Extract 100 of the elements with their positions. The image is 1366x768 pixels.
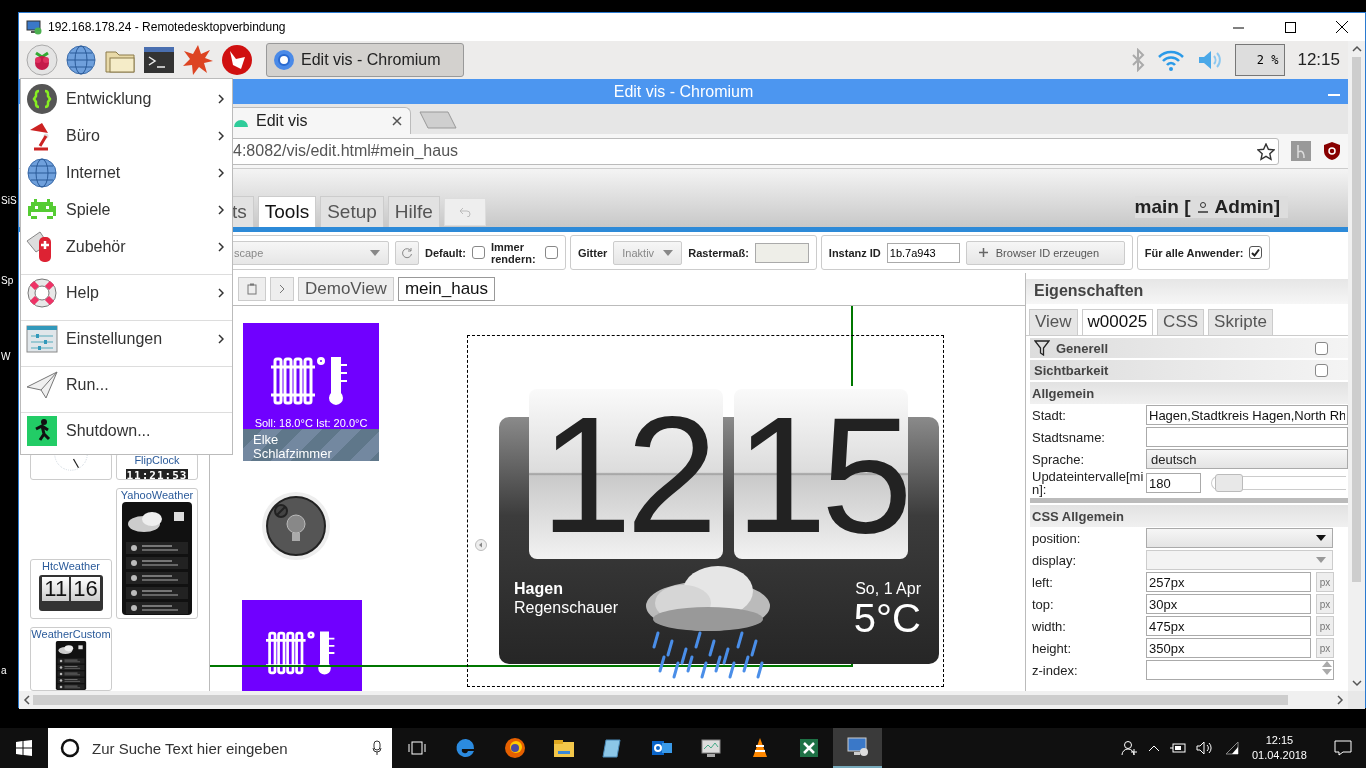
scroll-left-icon[interactable]	[23, 695, 31, 705]
properties-tab[interactable]: CSS	[1157, 309, 1205, 335]
taskbar-app[interactable]	[833, 728, 882, 768]
properties-tab[interactable]: w00025	[1081, 309, 1154, 335]
group-header[interactable]: Generell	[1030, 338, 1348, 358]
field-label: Gitter	[577, 246, 608, 259]
menu-tab[interactable]: Tools	[257, 196, 317, 227]
taskbar-task[interactable]: Edit vis - Chromium	[266, 43, 464, 77]
slider-thumb[interactable]	[1215, 474, 1244, 492]
windows-start-icon[interactable]	[16, 740, 32, 756]
input-field[interactable]: 1b.7a943	[886, 242, 960, 263]
menu-item[interactable]: Einstellungen	[21, 320, 232, 357]
widget-card[interactable]: HtcWeather 11 16	[30, 559, 112, 619]
task-view-icon[interactable]	[406, 740, 427, 756]
chevron-right-icon	[279, 284, 285, 294]
clipboard-button[interactable]	[238, 277, 266, 301]
lamp-button-drawing[interactable]	[261, 491, 331, 561]
desktop-icon-label: SiS	[1, 195, 17, 206]
checkbox[interactable]	[1315, 363, 1328, 377]
thermostat-tile[interactable]	[242, 600, 362, 691]
clock-digits: 11:21:53	[125, 469, 189, 479]
taskbar-date: 01.04.2018	[1251, 748, 1307, 763]
people-icon[interactable]	[1120, 739, 1139, 757]
refresh-button[interactable]	[395, 240, 419, 265]
text-field[interactable]: 30px	[1146, 594, 1311, 614]
clipboard-icon	[247, 283, 257, 295]
properties-tab[interactable]: View	[1029, 309, 1078, 335]
scrollbar-thumb[interactable]	[33, 695, 1288, 705]
undo-icon	[458, 207, 471, 217]
scroll-right-icon[interactable]	[1336, 695, 1344, 705]
menu-tab[interactable]: Setup	[320, 196, 384, 227]
sliders-icon	[26, 323, 58, 355]
braces-icon	[26, 82, 58, 115]
checkbox[interactable]	[1315, 341, 1328, 355]
number-field[interactable]: 180	[1146, 473, 1201, 493]
scroll-down-icon[interactable]	[1351, 679, 1362, 687]
globe-icon	[26, 156, 58, 189]
notification-icon[interactable]	[1334, 740, 1352, 756]
properties-tab[interactable]: Skripte	[1208, 309, 1273, 335]
firefox-icon	[502, 736, 527, 760]
user-label: Admin]	[1214, 196, 1280, 218]
unit-button[interactable]: px	[1316, 616, 1334, 636]
menu-item[interactable]: Help	[21, 274, 232, 311]
field-label: Sprache:	[1032, 452, 1086, 466]
checkbox[interactable]	[544, 246, 558, 259]
checkbox[interactable]	[1249, 246, 1263, 259]
field-label: position:	[1032, 531, 1082, 545]
scrollbar-thumb[interactable]	[1352, 57, 1361, 582]
microphone-icon[interactable]	[372, 740, 382, 756]
star-icon[interactable]	[1257, 143, 1275, 161]
shield-icon[interactable]	[1323, 141, 1341, 161]
star-burst-icon[interactable]	[182, 44, 214, 76]
taskbar-time: 12:15	[1264, 733, 1295, 748]
field-label: Rastermaß:	[688, 246, 749, 259]
unit-button[interactable]: px	[1316, 572, 1334, 592]
chevron-right-icon	[218, 334, 224, 344]
page-tab[interactable]: DemoView	[298, 277, 394, 301]
menu-item[interactable]: Shutdown...	[21, 412, 232, 449]
group-header[interactable]: Sichtbarkeit	[1030, 360, 1348, 380]
globe-icon[interactable]	[65, 44, 97, 76]
browser-id-button[interactable]: Browser ID erzeugen	[965, 240, 1125, 265]
volume-icon[interactable]	[1195, 741, 1214, 755]
chevron-right-icon	[218, 204, 224, 215]
widget-card[interactable]: YahooWeather	[116, 488, 198, 619]
chromium-icon	[273, 49, 295, 71]
chevron-up-icon[interactable]	[1147, 744, 1160, 752]
page-tab[interactable]: mein_haus	[397, 277, 496, 301]
text-field[interactable]	[1146, 427, 1348, 447]
text-field[interactable]: 350px	[1146, 638, 1311, 658]
input-field[interactable]	[754, 242, 809, 263]
text-field[interactable]: Hagen,Stadtkreis Hagen,North Rh	[1146, 405, 1348, 425]
select-field[interactable]: deutsch	[1146, 449, 1348, 469]
cpu-monitor: 2 %	[1235, 44, 1286, 76]
maximize-icon	[1284, 21, 1296, 33]
text-field[interactable]: 475px	[1146, 616, 1311, 636]
scroll-up-icon[interactable]	[1351, 45, 1362, 53]
menu-tab[interactable]: Hilfe	[387, 196, 440, 227]
number-field[interactable]	[1146, 660, 1334, 680]
clock-digits: 11	[42, 577, 70, 601]
checkbox[interactable]	[471, 246, 485, 259]
widget-card[interactable]: WeatherCustom	[30, 627, 112, 691]
menu-item[interactable]: Run...	[21, 366, 232, 403]
text-field[interactable]: 257px	[1146, 572, 1311, 592]
terminal-icon[interactable]	[143, 44, 175, 76]
filter-icon[interactable]	[1034, 340, 1050, 356]
group-title: Sichtbarkeit	[1034, 362, 1109, 378]
desktop-icon-label: Sp	[1, 275, 14, 286]
battery-plug-icon[interactable]	[1168, 741, 1187, 755]
collapse-handle-icon[interactable]	[475, 539, 487, 551]
search-bar[interactable]: Zur Suche Text hier eingeben	[48, 728, 392, 768]
raspberry-menu-icon[interactable]	[26, 44, 58, 76]
unit-button[interactable]: px	[1316, 638, 1334, 658]
chevron-right-icon	[218, 130, 224, 141]
thermostat-tile[interactable]: Soll: 18.0°C Ist: 20.0°C Elke Schlafzimmer	[243, 323, 379, 459]
widget-name: WeatherCustom	[31, 628, 111, 641]
unit-button[interactable]: px	[1316, 594, 1334, 614]
close-icon[interactable]	[392, 116, 402, 126]
fox-head-icon[interactable]	[221, 44, 253, 76]
chevron-right-icon	[218, 167, 224, 178]
caret-icon	[663, 249, 674, 256]
